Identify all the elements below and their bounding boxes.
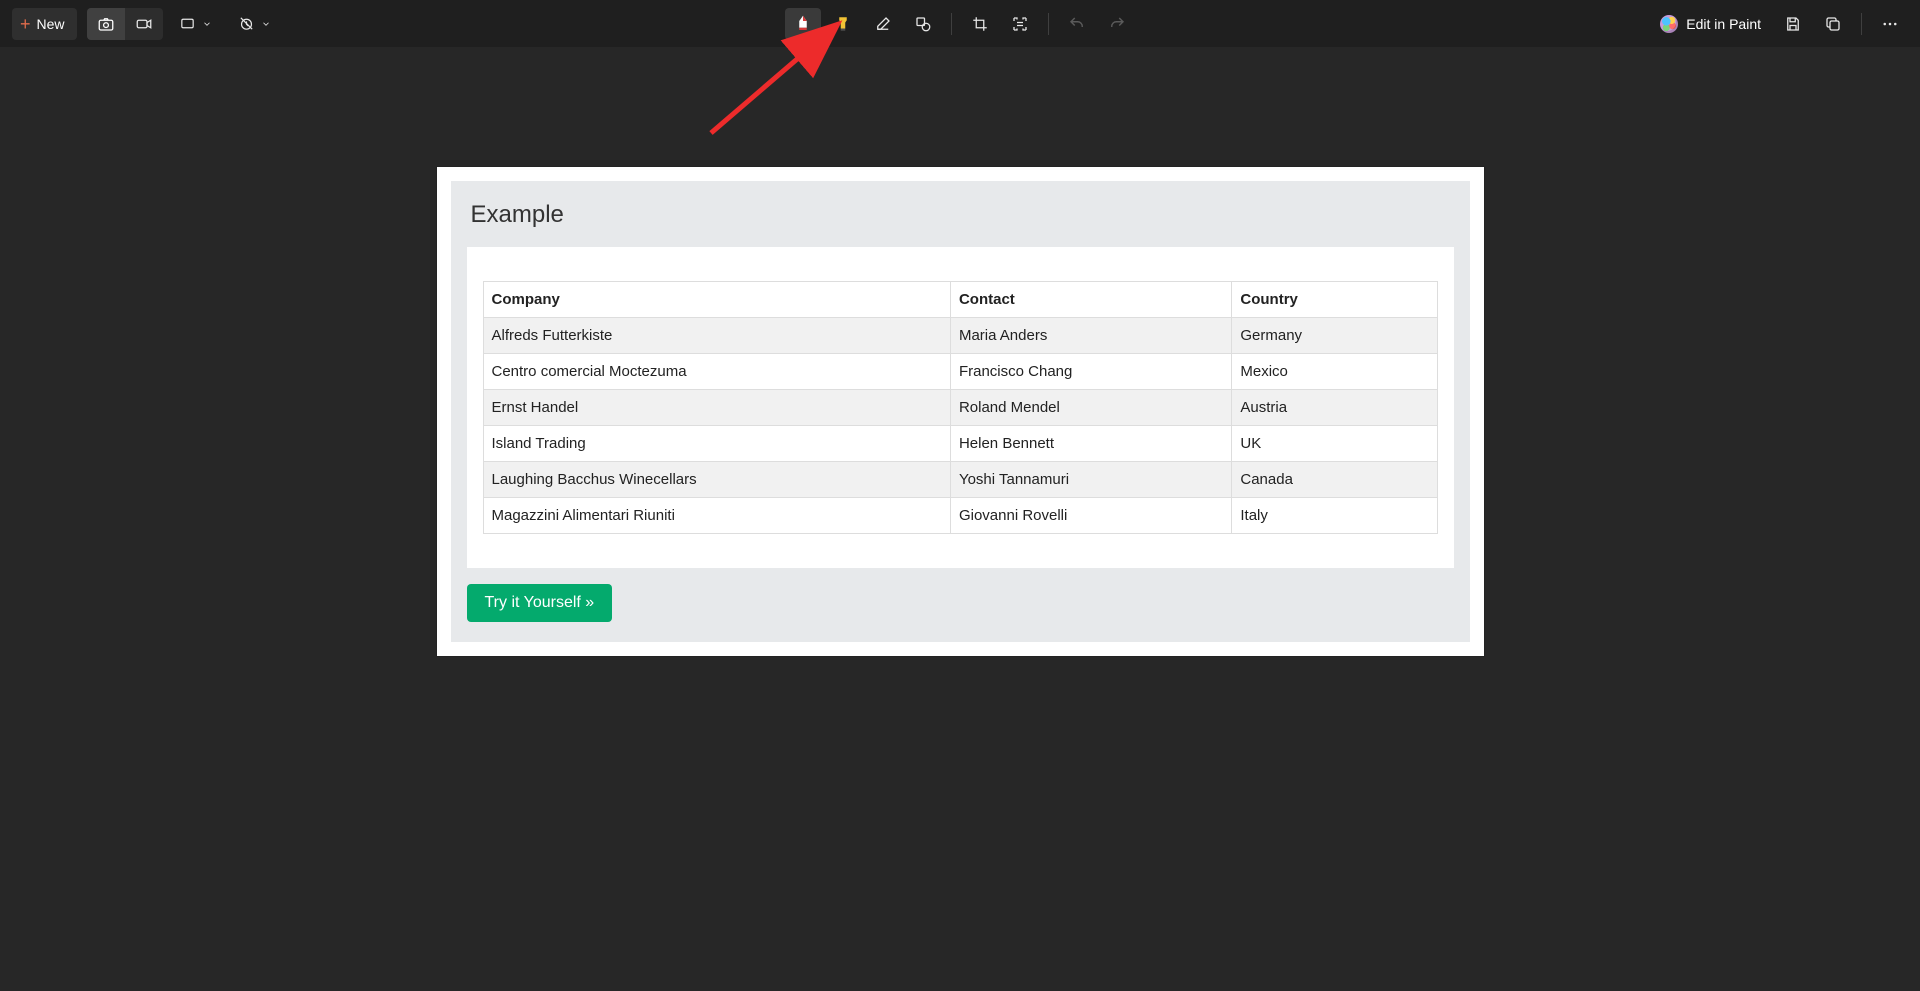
table-row: Ernst HandelRoland MendelAustria <box>483 390 1437 426</box>
table-cell: Roland Mendel <box>950 390 1231 426</box>
delay-dropdown[interactable] <box>228 8 281 40</box>
data-table: Company Contact Country Alfreds Futterki… <box>483 281 1438 534</box>
copy-button[interactable] <box>1815 8 1851 40</box>
undo-button[interactable] <box>1059 8 1095 40</box>
no-delay-icon <box>238 15 255 32</box>
table-cell: Ernst Handel <box>483 390 950 426</box>
table-header-contact: Contact <box>950 282 1231 318</box>
captured-content-frame[interactable]: Example Company Contact Country Alfreds … <box>437 167 1484 656</box>
text-extract-icon <box>1011 15 1029 33</box>
new-button[interactable]: + New <box>12 8 77 40</box>
table-row: Magazzini Alimentari RiunitiGiovanni Rov… <box>483 498 1437 534</box>
table-cell: Germany <box>1232 318 1437 354</box>
record-mode-button[interactable] <box>125 8 163 40</box>
table-row: Centro comercial MoctezumaFrancisco Chan… <box>483 354 1437 390</box>
table-cell: Centro comercial Moctezuma <box>483 354 950 390</box>
canvas-area: Example Company Contact Country Alfreds … <box>0 47 1920 991</box>
chevron-down-icon <box>202 19 212 29</box>
try-it-yourself-button[interactable]: Try it Yourself » <box>467 584 613 622</box>
app-toolbar: + New <box>0 0 1920 47</box>
table-row: Alfreds FutterkisteMaria AndersGermany <box>483 318 1437 354</box>
table-cell: Giovanni Rovelli <box>950 498 1231 534</box>
text-actions-button[interactable] <box>1002 8 1038 40</box>
table-cell: Austria <box>1232 390 1437 426</box>
toolbar-divider <box>1861 13 1862 35</box>
save-icon <box>1784 15 1802 33</box>
redo-button[interactable] <box>1099 8 1135 40</box>
table-row: Island TradingHelen BennettUK <box>483 426 1437 462</box>
pen-tool-button[interactable] <box>785 8 821 40</box>
table-cell: UK <box>1232 426 1437 462</box>
new-button-label: New <box>37 16 65 32</box>
undo-icon <box>1068 15 1086 33</box>
table-cell: Island Trading <box>483 426 950 462</box>
palette-icon <box>1660 15 1678 33</box>
table-cell: Canada <box>1232 462 1437 498</box>
more-button[interactable] <box>1872 8 1908 40</box>
example-heading: Example <box>471 201 1454 229</box>
chevron-down-icon <box>799 33 807 41</box>
eraser-icon <box>874 15 892 33</box>
shapes-tool-button[interactable] <box>905 8 941 40</box>
more-icon <box>1881 15 1899 33</box>
example-section: Example Company Contact Country Alfreds … <box>451 181 1470 642</box>
table-header-company: Company <box>483 282 950 318</box>
table-cell: Alfreds Futterkiste <box>483 318 950 354</box>
highlighter-tool-button[interactable] <box>825 8 861 40</box>
redo-icon <box>1108 15 1126 33</box>
table-cell: Italy <box>1232 498 1437 534</box>
copy-icon <box>1824 15 1842 33</box>
save-button[interactable] <box>1775 8 1811 40</box>
table-row: Laughing Bacchus WinecellarsYoshi Tannam… <box>483 462 1437 498</box>
table-cell: Magazzini Alimentari Riuniti <box>483 498 950 534</box>
screenshot-mode-button[interactable] <box>87 8 125 40</box>
toolbar-divider <box>951 13 952 35</box>
toolbar-divider <box>1048 13 1049 35</box>
table-header-row: Company Contact Country <box>483 282 1437 318</box>
highlighter-icon <box>834 14 852 34</box>
eraser-tool-button[interactable] <box>865 8 901 40</box>
edit-in-paint-label: Edit in Paint <box>1686 16 1761 32</box>
camera-icon <box>97 15 115 33</box>
capture-mode-group <box>87 8 163 40</box>
crop-icon <box>971 15 989 33</box>
table-header-country: Country <box>1232 282 1437 318</box>
edit-in-paint-button[interactable]: Edit in Paint <box>1650 8 1771 40</box>
table-cell: Francisco Chang <box>950 354 1231 390</box>
chevron-down-icon <box>261 19 271 29</box>
shapes-icon <box>914 15 932 33</box>
table-cell: Helen Bennett <box>950 426 1231 462</box>
crop-tool-button[interactable] <box>962 8 998 40</box>
example-inner: Company Contact Country Alfreds Futterki… <box>467 247 1454 568</box>
snip-shape-dropdown[interactable] <box>169 8 222 40</box>
video-icon <box>135 15 153 33</box>
plus-icon: + <box>20 15 31 33</box>
table-cell: Laughing Bacchus Winecellars <box>483 462 950 498</box>
pen-icon <box>794 13 812 35</box>
rectangle-icon <box>179 15 196 32</box>
table-cell: Mexico <box>1232 354 1437 390</box>
table-cell: Maria Anders <box>950 318 1231 354</box>
table-cell: Yoshi Tannamuri <box>950 462 1231 498</box>
